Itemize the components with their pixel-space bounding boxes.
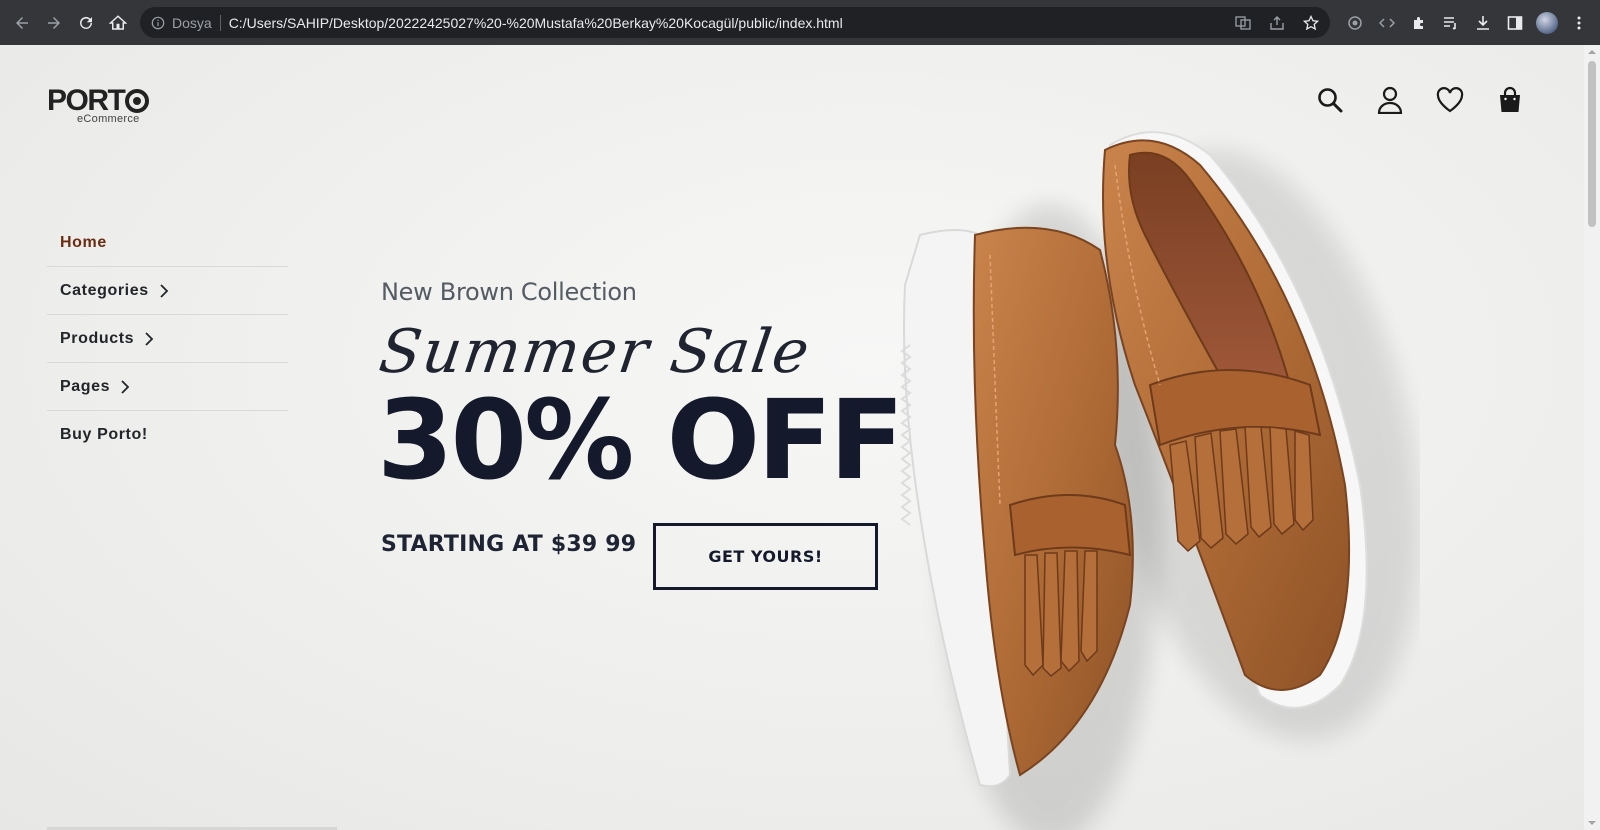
menu-item-label: Products	[60, 329, 135, 347]
download-icon[interactable]	[1472, 12, 1494, 34]
logo-wordmark: PORT	[47, 84, 126, 117]
address-bar[interactable]: Dosya C:/Users/SAHIP/Desktop/20222425027…	[140, 7, 1330, 38]
hero-shoes-image	[900, 131, 1420, 830]
bookmark-star-icon[interactable]	[1300, 12, 1322, 34]
menu-item-label: Categories	[60, 281, 149, 299]
chevron-right-icon	[160, 283, 168, 298]
scheme-label: Dosya	[172, 14, 212, 31]
chevron-right-icon	[145, 331, 154, 346]
translate-icon[interactable]	[1232, 12, 1254, 34]
extensions-puzzle-icon[interactable]	[1408, 12, 1430, 34]
home-button[interactable]	[102, 7, 134, 39]
home-icon	[109, 14, 127, 30]
chevron-right-icon	[121, 379, 130, 394]
browser-toolbar: Dosya C:/Users/SAHIP/Desktop/20222425027…	[0, 0, 1600, 45]
menu-item-categories[interactable]: Categories	[47, 267, 288, 315]
heart-icon[interactable]	[1436, 86, 1464, 114]
menu-item-products[interactable]: Products	[47, 315, 288, 363]
logo-subtitle: eCommerce	[77, 113, 140, 125]
info-icon[interactable]	[150, 15, 166, 31]
menu-item-label: Pages	[60, 377, 111, 395]
menu-item-label: Buy Porto!	[60, 426, 148, 443]
media-queue-icon[interactable]	[1440, 12, 1462, 34]
site-logo[interactable]: PORT eCommerce	[47, 86, 157, 130]
scrollbar-thumb[interactable]	[1588, 61, 1596, 227]
main-menu: Home Categories Products Pages Buy Porto…	[47, 219, 288, 459]
omnibox-divider	[219, 14, 221, 31]
scroll-up-arrow-icon[interactable]	[1588, 48, 1596, 56]
extension-circle-icon[interactable]	[1344, 12, 1366, 34]
reload-icon	[80, 16, 92, 29]
hero-price-text: STARTING AT $39 99	[381, 532, 637, 557]
hero-subheading: New Brown Collection	[381, 278, 637, 306]
profile-avatar[interactable]	[1536, 11, 1558, 34]
menu-item-home[interactable]: Home	[47, 219, 288, 267]
scroll-down-arrow-icon[interactable]	[1588, 819, 1596, 827]
menu-item-label: Home	[60, 233, 107, 251]
menu-item-pages[interactable]: Pages	[47, 363, 288, 411]
share-icon[interactable]	[1266, 12, 1288, 34]
menu-item-buy-porto[interactable]: Buy Porto!	[47, 411, 288, 459]
hero-headline: 30% OFF	[377, 376, 904, 504]
back-button[interactable]	[6, 7, 38, 39]
get-yours-button[interactable]: GET YOURS!	[653, 523, 878, 590]
code-icon[interactable]	[1376, 12, 1398, 34]
arrow-left-icon	[16, 16, 28, 29]
url-text[interactable]: C:/Users/SAHIP/Desktop/20222425027%20-%2…	[229, 15, 843, 31]
kebab-menu-icon[interactable]	[1568, 12, 1590, 34]
logo-o-mark	[125, 89, 150, 113]
forward-button[interactable]	[38, 7, 70, 39]
page-viewport: PORT eCommerce Home Categories Products …	[0, 45, 1584, 830]
bag-icon[interactable]	[1496, 86, 1524, 114]
arrow-right-icon	[48, 16, 60, 29]
reload-button[interactable]	[70, 7, 102, 39]
page-scrollbar[interactable]	[1584, 45, 1600, 830]
side-panel-icon[interactable]	[1504, 12, 1526, 34]
